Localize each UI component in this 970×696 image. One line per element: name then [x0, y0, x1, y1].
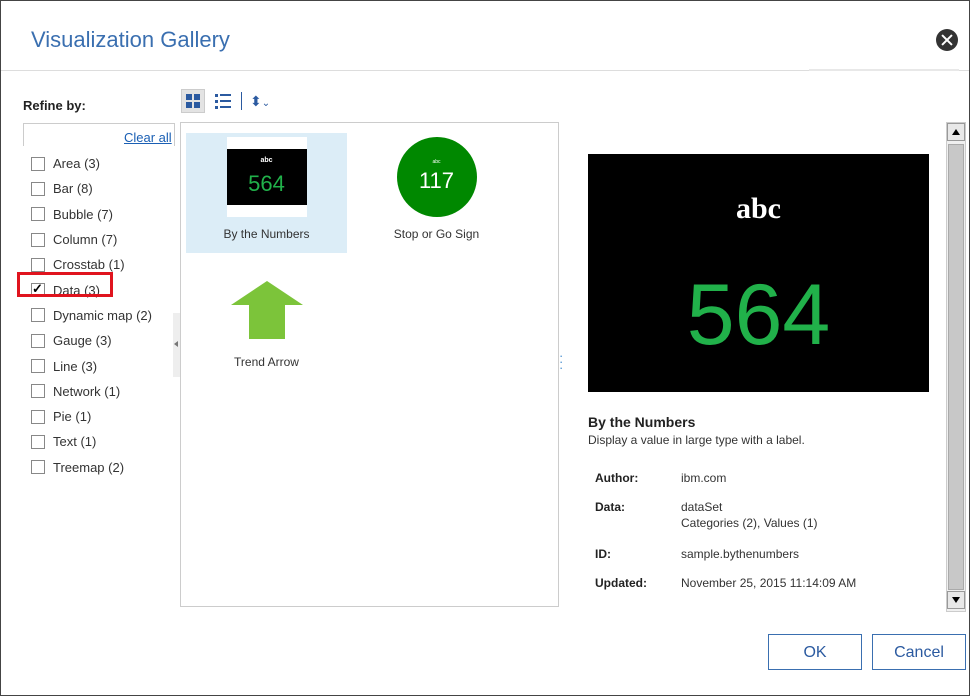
checkbox[interactable]: [31, 308, 45, 323]
thumb-label: abc: [432, 159, 441, 165]
filter-label: Bar (8): [53, 181, 93, 197]
filter-gauge[interactable]: Gauge (3): [31, 328, 152, 353]
filter-label: Area (3): [53, 156, 100, 172]
filter-pie[interactable]: Pie (1): [31, 404, 152, 429]
preview-title: By the Numbers: [588, 414, 696, 430]
gallery-item-label: Trend Arrow: [234, 355, 299, 369]
header-divider-accent: [809, 69, 959, 71]
filter-label: Treemap (2): [53, 459, 125, 475]
checkbox[interactable]: [31, 434, 45, 449]
toolbar-divider: [241, 92, 242, 110]
filter-label: Bubble (7): [53, 206, 113, 222]
filter-label: Gauge (3): [53, 333, 112, 349]
filter-label: Text (1): [53, 434, 97, 450]
checkbox[interactable]: [31, 409, 45, 424]
filter-label: Pie (1): [53, 409, 92, 425]
filter-label: Crosstab (1): [53, 257, 125, 273]
gallery-item-label: Stop or Go Sign: [393, 227, 480, 241]
gallery-item-trend-arrow[interactable]: Trend Arrow: [186, 273, 347, 383]
filter-line[interactable]: Line (3): [31, 353, 152, 378]
checkbox[interactable]: [31, 359, 45, 374]
meta-key: ID:: [595, 547, 611, 561]
thumb-label: abc: [260, 157, 273, 164]
highlight-box: [17, 272, 113, 297]
ok-button[interactable]: OK: [768, 634, 862, 670]
gallery-panel: abc 564 By the Numbers abc 117 Stop or G…: [180, 122, 559, 607]
filter-label: Dynamic map (2): [53, 307, 152, 323]
meta-value: dataSet: [681, 500, 723, 514]
checkbox[interactable]: [31, 156, 45, 171]
filter-area[interactable]: Area (3): [31, 151, 152, 176]
checkbox[interactable]: [31, 207, 45, 222]
gallery-item-by-the-numbers[interactable]: abc 564 By the Numbers: [186, 133, 347, 253]
filter-dynamic-map[interactable]: Dynamic map (2): [31, 303, 152, 328]
refine-by-label: Refine by:: [23, 98, 86, 113]
checkbox[interactable]: [31, 181, 45, 196]
meta-value: November 25, 2015 11:14:09 AM: [681, 576, 857, 590]
by-the-numbers-thumbnail: abc 564: [226, 137, 307, 217]
meta-key: Data:: [595, 500, 626, 514]
preview-label: abc: [736, 192, 781, 225]
list-view-icon[interactable]: [213, 91, 233, 111]
meta-value: sample.bythenumbers: [681, 547, 800, 561]
resize-handle-icon[interactable]: · · ·: [559, 349, 563, 374]
filter-network[interactable]: Network (1): [31, 379, 152, 404]
meta-value: ibm.com: [681, 471, 727, 485]
scroll-down-icon[interactable]: [947, 591, 965, 609]
visualization-gallery-dialog: Visualization Gallery Refine by: Clear a…: [0, 0, 970, 696]
checkbox[interactable]: [31, 333, 45, 348]
checkbox[interactable]: [31, 460, 45, 475]
close-icon[interactable]: [936, 29, 958, 51]
dialog-title: Visualization Gallery: [31, 27, 230, 52]
preview-image: abc 564: [588, 154, 929, 392]
cancel-button[interactable]: Cancel: [872, 634, 966, 670]
preview-value: 564: [686, 267, 831, 363]
checkbox[interactable]: [31, 232, 45, 247]
vertical-scrollbar[interactable]: [946, 122, 966, 612]
filter-column[interactable]: Column (7): [31, 227, 152, 252]
sort-icon[interactable]: ⬍⌄: [250, 93, 270, 110]
scroll-up-icon[interactable]: [947, 123, 965, 141]
filter-text[interactable]: Text (1): [31, 429, 152, 454]
gallery-item-label: By the Numbers: [223, 227, 310, 241]
trend-arrow-thumbnail: [230, 281, 303, 339]
filter-bubble[interactable]: Bubble (7): [31, 202, 152, 227]
gallery-item-stop-or-go-sign[interactable]: abc 117 Stop or Go Sign: [356, 133, 517, 253]
filter-label: Network (1): [53, 383, 121, 399]
filter-treemap[interactable]: Treemap (2): [31, 455, 152, 480]
collapse-panel-handle[interactable]: [173, 313, 180, 377]
filter-label: Column (7): [53, 232, 118, 248]
checkbox[interactable]: [31, 384, 45, 399]
grid-view-icon[interactable]: [181, 89, 205, 113]
meta-key: Updated:: [595, 576, 647, 590]
filter-bar[interactable]: Bar (8): [31, 176, 152, 201]
clear-all-link[interactable]: Clear all: [124, 130, 172, 145]
thumb-value: 564: [248, 171, 285, 196]
preview-description: Display a value in large type with a lab…: [588, 433, 805, 447]
filter-label: Line (3): [53, 358, 98, 374]
filter-list: Area (3) Bar (8) Bubble (7) Column (7) C…: [31, 151, 152, 480]
checkbox[interactable]: [31, 257, 45, 272]
thumb-value: 117: [418, 168, 455, 193]
stop-or-go-thumbnail: abc 117: [396, 137, 477, 217]
view-toolbar: ⬍⌄: [181, 88, 270, 114]
meta-value: Categories (2), Values (1): [681, 516, 818, 530]
meta-key: Author:: [595, 471, 639, 485]
scroll-thumb[interactable]: [948, 144, 964, 590]
